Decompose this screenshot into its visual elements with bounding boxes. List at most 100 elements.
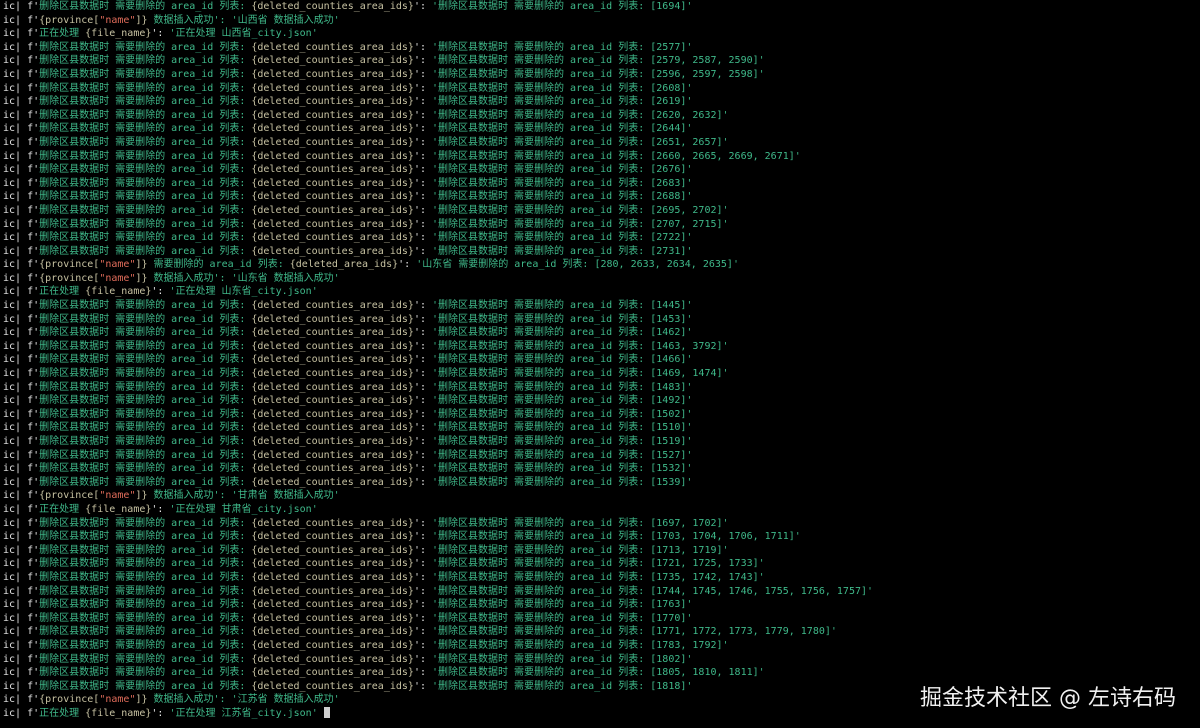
log-line: ic| f'删除区县数据时 需要删除的 area_id 列表: {deleted… xyxy=(3,625,1200,639)
log-segment: 删除区县数据时 需要删除的 area_id 列表: xyxy=(39,218,252,230)
log-segment: '正在处理 山西省_city.json' xyxy=(169,28,318,40)
log-segment: '正在处理 甘肃省_city.json' xyxy=(169,503,318,515)
log-line: ic| f'删除区县数据时 需要删除的 area_id 列表: {deleted… xyxy=(3,353,1200,367)
log-segment: ic| f' xyxy=(3,354,40,366)
log-segment: {deleted_counties_area_ids} xyxy=(251,463,414,475)
log-segment: ': xyxy=(413,218,432,230)
log-segment: ': xyxy=(413,136,432,148)
log-segment: 删除区县数据时 需要删除的 area_id 列表: xyxy=(39,395,252,407)
log-segment: '删除区县数据时 需要删除的 area_id 列表: [1469, 1474]' xyxy=(432,368,729,380)
log-segment: '删除区县数据时 需要删除的 area_id 列表: [1463, 3792]' xyxy=(432,340,729,352)
log-segment: 正在处理 xyxy=(39,707,86,719)
log-segment: '删除区县数据时 需要删除的 area_id 列表: [1492]' xyxy=(432,395,693,407)
log-segment: {deleted_counties_area_ids} xyxy=(251,191,414,203)
log-segment: ': xyxy=(413,436,432,447)
log-segment: ': xyxy=(151,707,170,719)
log-segment: '删除区县数据时 需要删除的 area_id 列表: [2579, 2587, … xyxy=(432,55,765,67)
terminal-cursor xyxy=(323,707,330,719)
terminal-output[interactable]: ic| f'删除区县数据时 需要删除的 area_id 列表: {deleted… xyxy=(0,0,1200,728)
log-segment: ': xyxy=(151,286,170,298)
log-segment: ': xyxy=(413,422,432,434)
log-line: ic| f'删除区县数据时 需要删除的 area_id 列表: {deleted… xyxy=(3,231,1200,245)
log-segment: '删除区县数据时 需要删除的 area_id 列表: [1818]' xyxy=(432,680,693,692)
log-segment: {deleted_counties_area_ids} xyxy=(251,164,414,176)
log-segment: 删除区县数据时 需要删除的 area_id 列表: xyxy=(39,585,252,597)
log-segment: {province[ xyxy=(39,14,100,26)
log-segment: ': xyxy=(413,571,432,583)
log-segment: ': xyxy=(413,558,432,570)
log-line: ic| f'{province["name"]} 需要删除的 area_id 列… xyxy=(3,258,1200,272)
log-segment: {deleted_counties_area_ids} xyxy=(251,300,414,312)
log-segment: '甘肃省 数据插入成功' xyxy=(231,490,340,502)
log-line: ic| f'删除区县数据时 需要删除的 area_id 列表: {deleted… xyxy=(3,598,1200,612)
log-line: ic| f'删除区县数据时 需要删除的 area_id 列表: {deleted… xyxy=(3,476,1200,490)
log-segment: ic| f' xyxy=(3,463,40,475)
log-segment: 删除区县数据时 需要删除的 area_id 列表: xyxy=(39,449,252,461)
log-line: ic| f'删除区县数据时 需要删除的 area_id 列表: {deleted… xyxy=(3,190,1200,204)
log-segment: {deleted_counties_area_ids} xyxy=(251,544,414,556)
log-segment: ': xyxy=(413,449,432,461)
log-segment: 删除区县数据时 需要删除的 area_id 列表: xyxy=(39,422,252,434)
log-segment: ic| f' xyxy=(3,68,40,80)
log-segment: ': xyxy=(413,191,432,203)
log-segment: ': xyxy=(413,300,432,312)
log-segment: {deleted_counties_area_ids} xyxy=(251,558,414,570)
log-segment: {deleted_counties_area_ids} xyxy=(251,449,414,461)
log-segment: 删除区县数据时 需要删除的 area_id 列表: xyxy=(39,96,252,108)
log-line: ic| f'删除区县数据时 需要删除的 area_id 列表: {deleted… xyxy=(3,666,1200,680)
log-segment: '删除区县数据时 需要删除的 area_id 列表: [1770]' xyxy=(432,612,693,624)
log-segment: ic| f' xyxy=(3,707,40,719)
log-line: ic| f'删除区县数据时 需要删除的 area_id 列表: {deleted… xyxy=(3,653,1200,667)
log-segment: ': xyxy=(151,503,170,515)
log-segment: {deleted_counties_area_ids} xyxy=(251,599,414,611)
log-segment: 删除区县数据时 需要删除的 area_id 列表: xyxy=(39,68,252,80)
log-segment: {deleted_counties_area_ids} xyxy=(251,150,414,162)
log-segment: 删除区县数据时 需要删除的 area_id 列表: xyxy=(39,109,252,121)
log-line: ic| f'删除区县数据时 需要删除的 area_id 列表: {deleted… xyxy=(3,326,1200,340)
log-line: ic| f'删除区县数据时 需要删除的 area_id 列表: {deleted… xyxy=(3,612,1200,626)
log-line: ic| f'删除区县数据时 需要删除的 area_id 列表: {deleted… xyxy=(3,204,1200,218)
log-segment: '山东省 需要删除的 area_id 列表: [280, 2633, 2634,… xyxy=(416,259,739,271)
log-segment: {deleted_counties_area_ids} xyxy=(251,571,414,583)
log-segment: '删除区县数据时 需要删除的 area_id 列表: [1539]' xyxy=(432,476,693,488)
log-segment: ic| f' xyxy=(3,232,40,244)
log-segment: {deleted_counties_area_ids} xyxy=(251,639,414,651)
log-segment: ': xyxy=(413,96,432,108)
log-segment: {deleted_counties_area_ids} xyxy=(251,68,414,80)
log-line: ic| f'删除区县数据时 需要删除的 area_id 列表: {deleted… xyxy=(3,381,1200,395)
log-segment: 数据插入成功': xyxy=(147,490,232,502)
log-segment: '删除区县数据时 需要删除的 area_id 列表: [2731]' xyxy=(432,245,693,257)
log-segment: ic| f' xyxy=(3,136,40,148)
log-segment: {file_name} xyxy=(85,286,152,298)
log-segment: 需要删除的 area_id 列表: xyxy=(147,259,290,271)
log-segment: ic| f' xyxy=(3,245,40,257)
log-segment: 删除区县数据时 需要删除的 area_id 列表: xyxy=(39,463,252,475)
log-segment: ic| f' xyxy=(3,259,40,271)
log-segment: '删除区县数据时 需要删除的 area_id 列表: [1527]' xyxy=(432,449,693,461)
log-segment: 删除区县数据时 需要删除的 area_id 列表: xyxy=(39,476,252,488)
log-segment: {deleted_counties_area_ids} xyxy=(251,408,414,420)
log-segment: 删除区县数据时 需要删除的 area_id 列表: xyxy=(39,300,252,312)
log-segment: ic| f' xyxy=(3,571,40,583)
log-lines: ic| f'删除区县数据时 需要删除的 area_id 列表: {deleted… xyxy=(3,0,1200,720)
log-segment: '删除区县数据时 需要删除的 area_id 列表: [2620, 2632]' xyxy=(432,109,729,121)
log-line: ic| f'{province["name"]} 数据插入成功': '山西省 数… xyxy=(3,14,1200,28)
log-segment: ic| f' xyxy=(3,612,40,624)
log-segment: 删除区县数据时 需要删除的 area_id 列表: xyxy=(39,82,252,94)
log-line: ic| f'删除区县数据时 需要删除的 area_id 列表: {deleted… xyxy=(3,109,1200,123)
log-segment: 数据插入成功': xyxy=(147,272,232,284)
log-segment: ': xyxy=(151,28,170,40)
log-segment: 删除区县数据时 需要删除的 area_id 列表: xyxy=(39,531,252,543)
log-segment: ': xyxy=(413,123,432,135)
log-line: ic| f'删除区县数据时 需要删除的 area_id 列表: {deleted… xyxy=(3,408,1200,422)
log-line: ic| f'删除区县数据时 需要删除的 area_id 列表: {deleted… xyxy=(3,245,1200,259)
log-line: ic| f'删除区县数据时 需要删除的 area_id 列表: {deleted… xyxy=(3,571,1200,585)
log-segment: {deleted_counties_area_ids} xyxy=(251,204,414,216)
log-segment: ': xyxy=(413,204,432,216)
log-segment: '删除区县数据时 需要删除的 area_id 列表: [1805, 1810, … xyxy=(432,667,765,679)
log-segment: ': xyxy=(413,517,432,529)
log-segment: '正在处理 江苏省_city.json' xyxy=(169,707,318,719)
log-line: ic| f'正在处理 {file_name}': '正在处理 山西省_city.… xyxy=(3,27,1200,41)
log-segment: "name" xyxy=(99,259,136,271)
log-segment: 删除区县数据时 需要删除的 area_id 列表: xyxy=(39,55,252,67)
